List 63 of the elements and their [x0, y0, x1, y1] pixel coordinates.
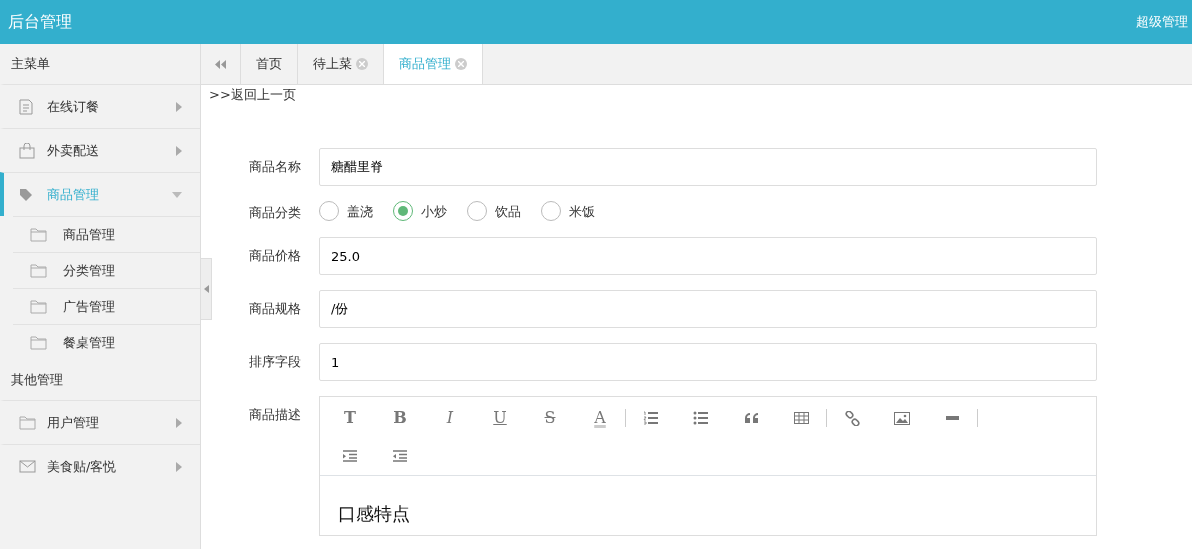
tag-icon	[19, 187, 33, 202]
caret-right-icon	[203, 285, 209, 293]
radio-button[interactable]	[319, 201, 339, 222]
bold-button[interactable]: B	[375, 399, 425, 437]
text-field[interactable]: 25.0	[319, 237, 1097, 275]
font-color-button[interactable]: A	[575, 399, 625, 437]
radio-button[interactable]	[541, 201, 561, 222]
menu-item[interactable]: 用户管理	[0, 400, 200, 444]
submenu-item[interactable]: 商品管理	[13, 216, 200, 252]
folder-icon	[30, 299, 47, 314]
heading-button[interactable]: T	[325, 399, 375, 437]
radio-label[interactable]: 饮品	[495, 201, 521, 221]
field-label: 商品价格	[249, 247, 302, 265]
envelope-icon	[19, 460, 36, 473]
quote-icon[interactable]	[743, 412, 759, 424]
document-icon	[19, 98, 33, 115]
bullet-list-icon[interactable]	[693, 411, 709, 425]
menu-heading: 其他管理	[10, 371, 64, 389]
italic-button[interactable]: I	[425, 399, 475, 437]
link-icon[interactable]	[844, 410, 860, 426]
strikethrough-button[interactable]: S	[525, 399, 575, 437]
field-label: 商品分类	[249, 203, 302, 222]
radio-button[interactable]	[393, 201, 413, 222]
submenu-item[interactable]: 广告管理	[13, 288, 200, 324]
caret-right-icon	[176, 461, 182, 472]
text-field[interactable]: 1	[319, 343, 1097, 381]
radio-label[interactable]: 盖浇	[347, 201, 373, 221]
folder-icon	[30, 263, 47, 278]
caret-right-icon	[176, 145, 182, 156]
ordered-list-icon[interactable]	[643, 411, 659, 425]
back-link[interactable]: >>返回上一页	[209, 85, 296, 105]
menu-item[interactable]: 美食贴/客悦	[0, 444, 200, 488]
outdent-icon[interactable]	[392, 450, 408, 462]
collapse-handle[interactable]	[201, 258, 212, 320]
submenu-item[interactable]: 餐桌管理	[13, 324, 200, 360]
caret-right-icon	[176, 417, 182, 428]
table-icon[interactable]	[793, 412, 809, 424]
field-label: 商品名称	[249, 157, 302, 176]
submenu-item[interactable]: 分类管理	[13, 252, 200, 288]
rich-text-editor[interactable]: T B I U S A 口感特点	[319, 396, 1097, 536]
caret-right-icon	[176, 101, 182, 112]
text-field[interactable]: 糖醋里脊	[319, 147, 1097, 186]
field-label: 排序字段	[249, 353, 302, 371]
text-field[interactable]: /份	[319, 290, 1097, 328]
bag-icon	[19, 142, 35, 159]
underline-button[interactable]: U	[475, 399, 525, 437]
folder-icon	[30, 335, 47, 350]
double-arrow-left-icon	[215, 59, 226, 69]
field-label: 商品规格	[249, 300, 302, 318]
field-label: 商品描述	[249, 406, 302, 424]
folder-icon	[30, 227, 47, 242]
app-title: 后台管理	[7, 11, 72, 33]
folder-icon	[19, 415, 36, 430]
menu-item[interactable]: 在线订餐	[0, 84, 200, 128]
radio-label[interactable]: 小炒	[421, 201, 447, 221]
menu-heading: 主菜单	[10, 55, 51, 73]
radio-button[interactable]	[467, 201, 487, 222]
radio-label[interactable]: 米饭	[569, 201, 595, 221]
indent-icon[interactable]	[342, 450, 358, 462]
editor-text: 口感特点	[337, 502, 411, 526]
caret-down-icon	[172, 191, 182, 198]
menu-item[interactable]: 外卖配送	[0, 128, 200, 172]
image-icon[interactable]	[894, 411, 910, 425]
